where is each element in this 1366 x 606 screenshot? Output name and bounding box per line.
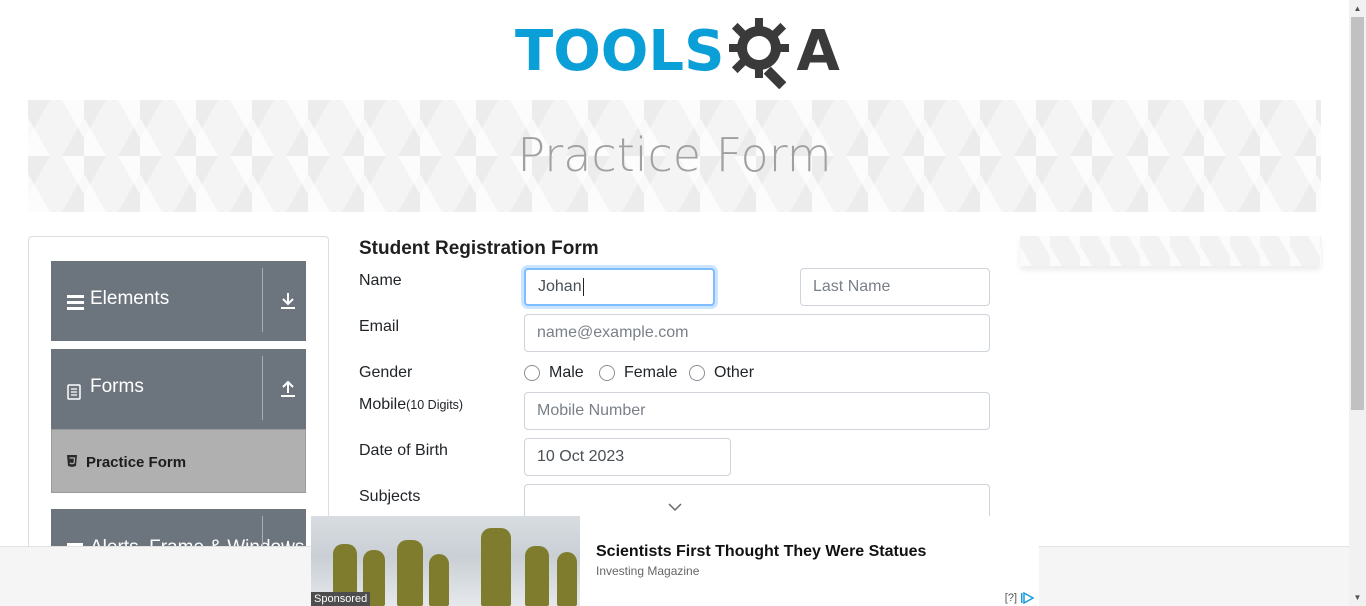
- header: TOOLS A: [0, 0, 1349, 100]
- email-placeholder: name@example.com: [537, 324, 689, 341]
- toolsqa-logo[interactable]: TOOLS A: [515, 14, 840, 90]
- gender-radio-other[interactable]: Other: [689, 364, 754, 382]
- side-ad-placeholder: [1020, 236, 1321, 266]
- sidebar-group-label: Elements: [90, 288, 170, 309]
- divider: [262, 268, 263, 332]
- radio-circle[interactable]: [524, 365, 540, 381]
- scroll-down-arrow-icon[interactable]: ▼: [1349, 589, 1366, 606]
- sidebar-group-forms[interactable]: Forms: [51, 349, 306, 429]
- gender-radio-male[interactable]: Male: [524, 364, 584, 382]
- subjects-input[interactable]: [524, 484, 990, 518]
- scroll-up-arrow-icon[interactable]: ▲: [1349, 0, 1366, 17]
- sidebar-group-elements[interactable]: Elements: [51, 261, 306, 341]
- radio-circle[interactable]: [689, 365, 705, 381]
- dob-value: 10 Oct 2023: [537, 448, 625, 465]
- hamburger-icon: [67, 295, 84, 310]
- ad-help-link[interactable]: [?]: [1005, 592, 1017, 604]
- text-caret: [582, 278, 584, 296]
- first-name-input[interactable]: Johan: [524, 268, 715, 306]
- logo-qa-mark: A: [726, 15, 840, 89]
- html5-icon: [67, 455, 77, 467]
- email-label: Email: [359, 318, 400, 335]
- radio-label: Other: [714, 364, 755, 381]
- gender-radio-female[interactable]: Female: [599, 364, 677, 382]
- page-scrollbar[interactable]: ▲ ▼: [1349, 0, 1366, 606]
- first-name-value: Johan: [538, 278, 582, 295]
- sidebar-item-label: Practice Form: [86, 454, 187, 471]
- dob-label: Date of Birth: [359, 442, 448, 459]
- sponsored-ad[interactable]: Sponsored Scientists First Thought They …: [311, 516, 1039, 606]
- subjects-label: Subjects: [359, 488, 421, 505]
- adchoices-icon[interactable]: [1021, 592, 1035, 604]
- name-label: Name: [359, 272, 402, 289]
- mobile-input[interactable]: Mobile Number: [524, 392, 990, 430]
- radio-label: Female: [624, 364, 678, 381]
- mobile-label: Mobile(10 Digits): [359, 396, 463, 414]
- radio-circle[interactable]: [599, 365, 615, 381]
- last-name-input[interactable]: Last Name: [800, 268, 990, 306]
- form-title: Student Registration Form: [359, 238, 599, 259]
- logo-tools-text: TOOLS: [515, 19, 725, 84]
- chevron-down-icon[interactable]: [668, 503, 682, 512]
- email-input[interactable]: name@example.com: [524, 314, 990, 352]
- ad-headline[interactable]: Scientists First Thought They Were Statu…: [596, 543, 926, 561]
- page-title: Practice Form: [517, 128, 832, 182]
- ad-image[interactable]: Sponsored: [311, 516, 580, 606]
- page-banner: Practice Form: [28, 100, 1321, 212]
- sidebar-item-practice-form[interactable]: Practice Form: [51, 429, 306, 493]
- ad-source[interactable]: Investing Magazine: [596, 564, 699, 578]
- radio-label: Male: [549, 364, 584, 381]
- sidebar: Elements Forms Practice Form: [28, 236, 329, 567]
- upload-arrow-icon[interactable]: [278, 379, 298, 399]
- dob-input[interactable]: 10 Oct 2023: [524, 438, 731, 476]
- sponsored-label: Sponsored: [311, 592, 371, 606]
- ad-image-figure: [481, 528, 511, 606]
- page: TOOLS A Practice Form Elements Forms Pra…: [0, 0, 1366, 606]
- ad-image-figure: [557, 552, 577, 606]
- mobile-label-text: Mobile: [359, 396, 407, 413]
- document-icon: [67, 384, 81, 400]
- gender-label: Gender: [359, 364, 413, 381]
- ad-image-figure: [525, 546, 549, 606]
- ad-image-figure: [397, 540, 423, 606]
- last-name-placeholder: Last Name: [813, 278, 891, 295]
- divider: [262, 356, 263, 420]
- scroll-thumb[interactable]: [1351, 17, 1364, 410]
- ad-image-figure: [429, 554, 449, 606]
- sidebar-group-label: Forms: [90, 376, 144, 397]
- gear-magnifier-icon: [729, 18, 790, 89]
- download-arrow-icon[interactable]: [278, 291, 298, 311]
- mobile-hint: (10 Digits): [406, 398, 464, 412]
- mobile-placeholder: Mobile Number: [537, 402, 646, 419]
- logo-a-text: A: [796, 19, 840, 84]
